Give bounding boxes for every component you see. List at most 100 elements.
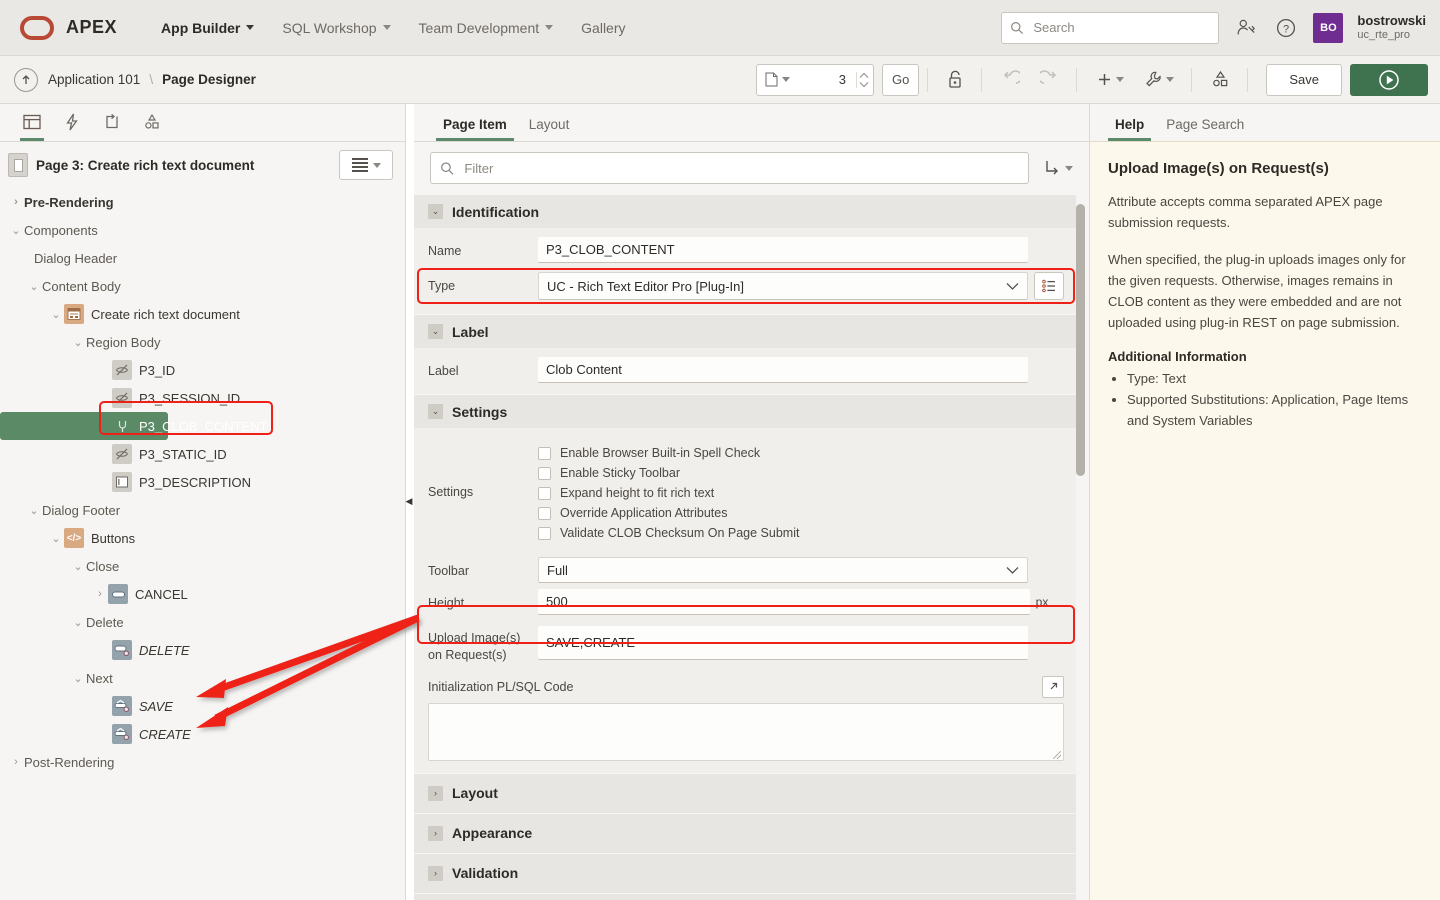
tree-item-delete-group[interactable]: ⌄ Delete (0, 608, 405, 636)
tree-item-p3-id[interactable]: P3_ID (0, 356, 405, 384)
create-plus-icon[interactable] (1087, 64, 1133, 96)
expand-editor-button[interactable] (1042, 676, 1064, 698)
checkbox-enable-sticky-toolbar[interactable]: Enable Sticky Toolbar (538, 463, 1028, 483)
tree-item-pre-rendering[interactable]: › Pre-Rendering (0, 188, 405, 216)
chevron-right-icon[interactable]: › (8, 756, 24, 768)
checkbox-box[interactable] (538, 527, 551, 540)
tab-help[interactable]: Help (1104, 117, 1155, 141)
search-input[interactable] (1031, 19, 1201, 36)
name-input[interactable]: P3_CLOB_CONTENT (538, 237, 1028, 263)
tree-item-save-button[interactable]: SAVE (0, 692, 405, 720)
page-shared-components-tab[interactable] (132, 104, 172, 141)
tree-menu-button[interactable] (339, 150, 393, 180)
property-scrollbar-thumb[interactable] (1076, 204, 1085, 476)
tree-item-region-body[interactable]: ⌄ Region Body (0, 328, 405, 356)
chevron-down-icon[interactable]: ⌄ (48, 308, 64, 321)
section-settings[interactable]: ⌄ Settings (414, 394, 1076, 428)
global-search[interactable] (1001, 12, 1219, 44)
section-identification[interactable]: ⌄ Identification (414, 194, 1076, 228)
section-advanced[interactable]: › Advanced (414, 893, 1076, 900)
tree-item-create-button[interactable]: CREATE (0, 720, 405, 748)
chevron-right-icon[interactable]: › (8, 196, 24, 208)
breadcrumb-application[interactable]: Application 101 (48, 72, 140, 87)
tree-item-buttons[interactable]: ⌄ </> Buttons (0, 524, 405, 552)
chevron-down-icon[interactable]: ⌄ (26, 504, 42, 517)
utilities-wrench-icon[interactable] (1135, 64, 1183, 96)
dynamic-actions-tab[interactable] (52, 104, 92, 141)
help-question-icon[interactable]: ? (1273, 15, 1299, 41)
undo-icon[interactable] (992, 64, 1029, 96)
tree-item-cancel[interactable]: › CANCEL (0, 580, 405, 608)
header-right-tools: ? BO bostrowski uc_rte_pro (1001, 12, 1440, 44)
checkbox-box[interactable] (538, 467, 551, 480)
chevron-down-icon[interactable] (782, 77, 790, 82)
tree-item-content-body[interactable]: ⌄ Content Body (0, 272, 405, 300)
section-appearance[interactable]: › Appearance (414, 813, 1076, 853)
chevron-down-icon[interactable]: ⌄ (70, 560, 86, 573)
filter-input[interactable] (462, 160, 1019, 177)
chevron-down-icon[interactable]: ⌄ (48, 532, 64, 545)
nav-team-development[interactable]: Team Development (405, 14, 568, 42)
checkbox-box[interactable] (538, 447, 551, 460)
page-selector[interactable]: 3 (756, 64, 874, 96)
account-info[interactable]: bostrowski uc_rte_pro (1357, 13, 1426, 43)
page-shapes-icon[interactable] (1202, 64, 1239, 96)
nav-gallery[interactable]: Gallery (567, 14, 639, 42)
init-plsql-textarea[interactable] (428, 703, 1064, 761)
checkbox-box[interactable] (538, 487, 551, 500)
stepper-down-icon (859, 81, 869, 88)
chevron-right-icon[interactable]: › (92, 588, 108, 600)
tree-item-dialog-footer[interactable]: ⌄ Dialog Footer (0, 496, 405, 524)
tree-item-delete-button[interactable]: DELETE (0, 636, 405, 664)
run-page-button[interactable] (1350, 64, 1428, 96)
chevron-down-icon[interactable]: ⌄ (70, 336, 86, 349)
section-label[interactable]: ⌄ Label (414, 314, 1076, 348)
chevron-down-icon[interactable]: ⌄ (70, 616, 86, 629)
lock-icon[interactable] (938, 64, 973, 96)
avatar[interactable]: BO (1313, 13, 1343, 43)
checkbox-box[interactable] (538, 507, 551, 520)
nav-app-builder[interactable]: App Builder (147, 14, 268, 42)
checkbox-validate-clob-checksum[interactable]: Validate CLOB Checksum On Page Submit (538, 523, 1028, 543)
tree-item-create-rich-text-document[interactable]: ⌄ Create rich text document (0, 300, 405, 328)
tree-item-close[interactable]: ⌄ Close (0, 552, 405, 580)
property-editor-tabs: Page Item Layout (414, 104, 1089, 142)
property-scrollbar[interactable] (1076, 204, 1085, 674)
checkbox-expand-height[interactable]: Expand height to fit rich text (538, 483, 1028, 503)
tree-item-dialog-header[interactable]: Dialog Header (0, 244, 405, 272)
up-arrow-circle-icon[interactable] (14, 68, 38, 92)
process-loop-icon (102, 112, 122, 132)
page-stepper[interactable] (856, 72, 869, 88)
nav-sql-workshop[interactable]: SQL Workshop (268, 14, 404, 42)
chevron-down-icon[interactable]: ⌄ (26, 280, 42, 293)
property-filter[interactable] (430, 152, 1029, 184)
section-validation[interactable]: › Validation (414, 853, 1076, 893)
chevron-down-icon[interactable]: ⌄ (70, 672, 86, 685)
chevron-down-icon[interactable]: ⌄ (8, 224, 24, 237)
tree-item-components[interactable]: ⌄ Components (0, 216, 405, 244)
tree-item-p3-description[interactable]: P3_DESCRIPTION (0, 468, 405, 496)
page-number-value[interactable]: 3 (794, 72, 852, 87)
admin-user-icon[interactable] (1233, 15, 1259, 41)
tree-item-post-rendering[interactable]: › Post-Rendering (0, 748, 405, 776)
stepper-up-icon (859, 72, 869, 79)
rendering-tab[interactable] (12, 104, 52, 141)
processing-tab[interactable] (92, 104, 132, 141)
tab-page-item[interactable]: Page Item (432, 117, 518, 141)
tab-page-search[interactable]: Page Search (1155, 117, 1255, 141)
nav-team-development-label: Team Development (419, 20, 540, 36)
section-layout[interactable]: › Layout (414, 773, 1076, 813)
tree-item-next-group[interactable]: ⌄ Next (0, 664, 405, 692)
toolbar-select[interactable]: Full (538, 557, 1028, 583)
tree-item-p3-static-id[interactable]: P3_STATIC_ID (0, 440, 405, 468)
go-to-group-button[interactable] (1039, 159, 1077, 177)
go-button[interactable]: Go (882, 64, 919, 96)
redo-icon[interactable] (1031, 64, 1068, 96)
save-button[interactable]: Save (1266, 64, 1342, 96)
checkbox-override-app-attributes[interactable]: Override Application Attributes (538, 503, 1028, 523)
label-input[interactable]: Clob Content (538, 357, 1028, 383)
checkbox-enable-spell-check[interactable]: Enable Browser Built-in Spell Check (538, 443, 1028, 463)
left-splitter-handle[interactable]: ◀ (404, 488, 414, 514)
tab-layout[interactable]: Layout (518, 117, 581, 141)
apex-logo[interactable]: APEX (0, 16, 117, 40)
